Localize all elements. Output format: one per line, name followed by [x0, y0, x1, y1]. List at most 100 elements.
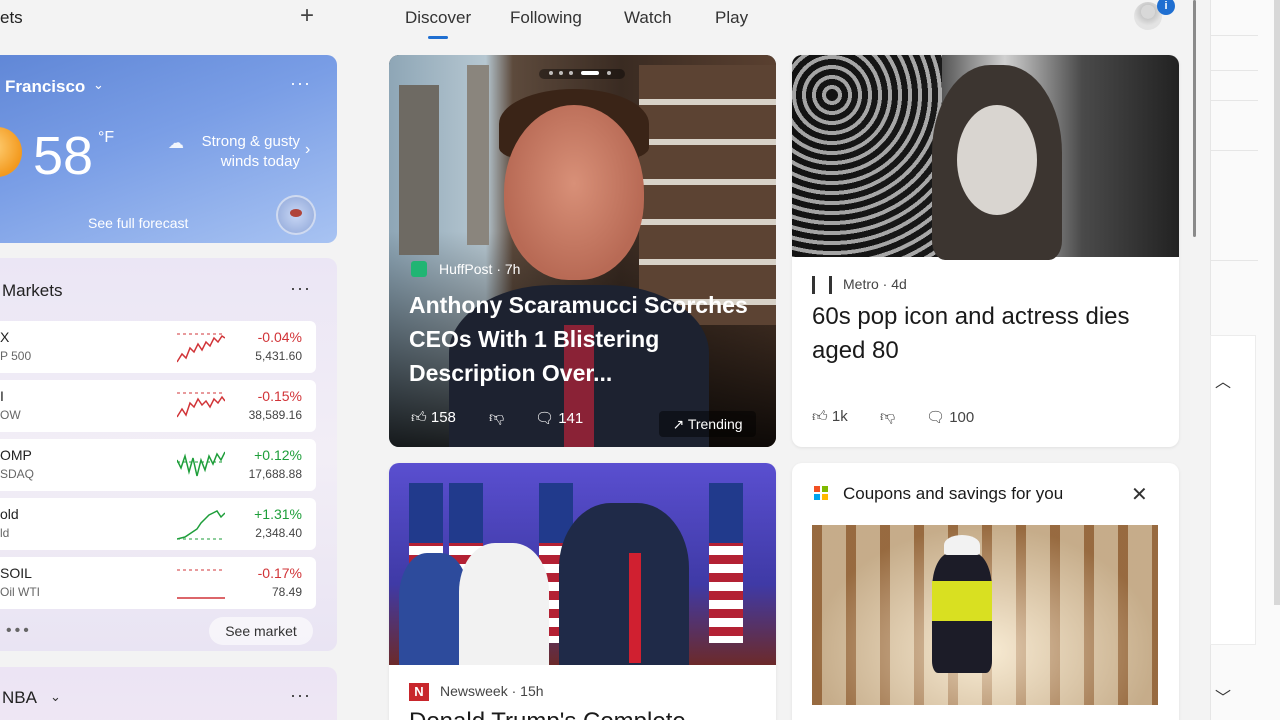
chevron-up-icon[interactable]: ︿ [1215, 368, 1231, 392]
huffpost-logo-icon [411, 261, 427, 277]
tab-discover[interactable]: Discover [405, 8, 471, 28]
background-building [399, 85, 439, 255]
photo-person [559, 503, 689, 665]
plus-icon[interactable]: + [300, 2, 314, 30]
market-symbol: old [0, 506, 19, 522]
weather-city[interactable]: Francisco [5, 77, 85, 97]
market-value: 2,348.40 [255, 526, 302, 540]
article-age: 15h [520, 683, 544, 699]
scrollbar-thumb[interactable] [1193, 0, 1196, 237]
tab-play[interactable]: Play [715, 8, 748, 28]
like-button[interactable]: 👍︎ 158 [411, 409, 456, 427]
market-symbol: X [0, 329, 10, 345]
nba-title[interactable]: NBA [2, 688, 37, 708]
sparkline-chart [177, 510, 225, 540]
markets-widget: Markets ··· X P 500 -0.04% 5,431.60 I OW… [0, 258, 337, 651]
close-icon[interactable]: ✕ [1131, 482, 1148, 507]
chevron-right-icon[interactable]: › [305, 141, 310, 159]
rail-divider [1210, 150, 1258, 151]
news-headline[interactable]: Anthony Scaramucci Scorches CEOs With 1 … [409, 288, 759, 390]
photo-person-tie [629, 553, 641, 663]
chevron-down-icon[interactable]: ⌄ [93, 77, 104, 93]
market-change: -0.04% [257, 329, 302, 345]
see-market-button[interactable]: See market [209, 617, 313, 645]
article-age: 4d [891, 276, 907, 292]
trending-label: Trending [687, 416, 743, 432]
nba-widget: NBA ⌄ ··· [0, 667, 337, 720]
market-row[interactable]: SOIL Oil WTI -0.17% 78.49 [0, 557, 316, 609]
comment-count: 100 [949, 409, 975, 426]
like-count: 1k [831, 408, 848, 425]
sparkline-chart [177, 392, 225, 418]
person-face [504, 105, 644, 280]
market-value: 78.49 [271, 585, 302, 599]
microsoft-logo-icon [814, 486, 828, 500]
trending-badge[interactable]: ↗ Trending [659, 411, 756, 437]
market-value: 5,431.60 [255, 349, 302, 363]
photo-subject-face [957, 105, 1037, 215]
comment-button[interactable]: 🗨︎ 100 [926, 408, 974, 426]
news-card-scaramucci[interactable]: HuffPost · 7h Anthony Scaramucci Scorche… [389, 55, 776, 447]
market-symbol: OMP [0, 447, 32, 463]
market-value: 17,688.88 [248, 467, 302, 481]
chevron-down-icon[interactable]: ﹀ [1215, 684, 1231, 708]
market-change: +0.12% [254, 447, 302, 463]
sparkline-chart [177, 451, 225, 477]
tab-following[interactable]: Following [510, 8, 582, 28]
coupons-title[interactable]: Coupons and savings for you [843, 484, 1063, 504]
widgets-header: ets + [0, 0, 340, 40]
background-bookshelf [639, 65, 776, 325]
comment-icon: 🗨︎ [535, 410, 555, 427]
weather-condition[interactable]: Strong & gusty winds today [180, 132, 300, 172]
source-name: HuffPost [439, 261, 493, 277]
comment-count: 141 [558, 410, 584, 427]
market-index-name: P 500 [0, 349, 32, 363]
news-headline[interactable]: Donald Trump's Complete... [409, 708, 769, 720]
like-button[interactable]: 👍︎ 1k [812, 408, 848, 426]
market-change: -0.17% [257, 565, 302, 581]
news-source[interactable]: Metro · 4d [843, 276, 907, 292]
photo-safety-vest [932, 581, 992, 621]
weather-map-marker [290, 209, 302, 217]
market-index-name: SDAQ [0, 467, 35, 481]
coupons-card[interactable]: Coupons and savings for you ✕ [792, 463, 1179, 720]
market-row[interactable]: old ld +1.31% 2,348.40 [0, 498, 316, 550]
news-card-newsweek[interactable]: N Newsweek · 15h Donald Trump's Complete… [389, 463, 776, 720]
see-full-forecast-link[interactable]: See full forecast [88, 215, 188, 231]
article-age: 7h [504, 261, 521, 277]
market-row[interactable]: X P 500 -0.04% 5,431.60 [0, 321, 316, 373]
thumbs-down-icon: 👎︎ [489, 409, 505, 426]
ellipsis-icon[interactable]: ··· [290, 73, 311, 94]
market-index-name: Oil WTI [0, 585, 40, 599]
chevron-down-icon[interactable]: ⌄ [50, 689, 61, 705]
market-index-name: ld [0, 526, 10, 540]
ellipsis-icon[interactable]: ··· [290, 278, 311, 299]
rail-scrollbar[interactable] [1274, 0, 1280, 605]
market-row[interactable]: OMP SDAQ +0.12% 17,688.88 [0, 439, 316, 491]
thumbs-up-icon: 👍︎ [812, 408, 828, 425]
comment-button[interactable]: 🗨︎ 141 [535, 409, 583, 427]
trending-arrow-icon: ↗ [672, 416, 685, 432]
pagination-dots[interactable]: ••• [6, 622, 32, 640]
news-card-metro[interactable]: Metro · 4d 60s pop icon and actress dies… [792, 55, 1179, 447]
ellipsis-icon[interactable]: ··· [290, 685, 311, 706]
source-name: Metro [843, 276, 879, 292]
dislike-button[interactable]: 👎︎ [880, 408, 895, 426]
newsweek-logo-icon: N [409, 683, 429, 701]
tab-watch[interactable]: Watch [624, 8, 672, 28]
news-source[interactable]: HuffPost · 7h [439, 261, 520, 277]
news-headline[interactable]: 60s pop icon and actress dies aged 80 [812, 300, 1167, 368]
market-row[interactable]: I OW -0.15% 38,589.16 [0, 380, 316, 432]
weather-unit: °F [98, 129, 115, 146]
news-source[interactable]: Newsweek · 15h [440, 683, 544, 699]
active-tab-indicator [428, 36, 448, 39]
source-name: Newsweek [440, 683, 508, 699]
comment-icon: 🗨︎ [926, 409, 946, 426]
carousel-pager[interactable] [539, 69, 625, 79]
dislike-button[interactable]: 👎︎ [489, 409, 504, 427]
markets-title[interactable]: Markets [2, 281, 62, 301]
sun-icon [0, 127, 22, 177]
photo-iron-gate [792, 55, 942, 257]
weather-widget[interactable]: Francisco ⌄ ··· 58 °F ☁ Strong & gusty w… [0, 55, 337, 243]
thumbs-down-icon: 👎︎ [880, 408, 896, 425]
